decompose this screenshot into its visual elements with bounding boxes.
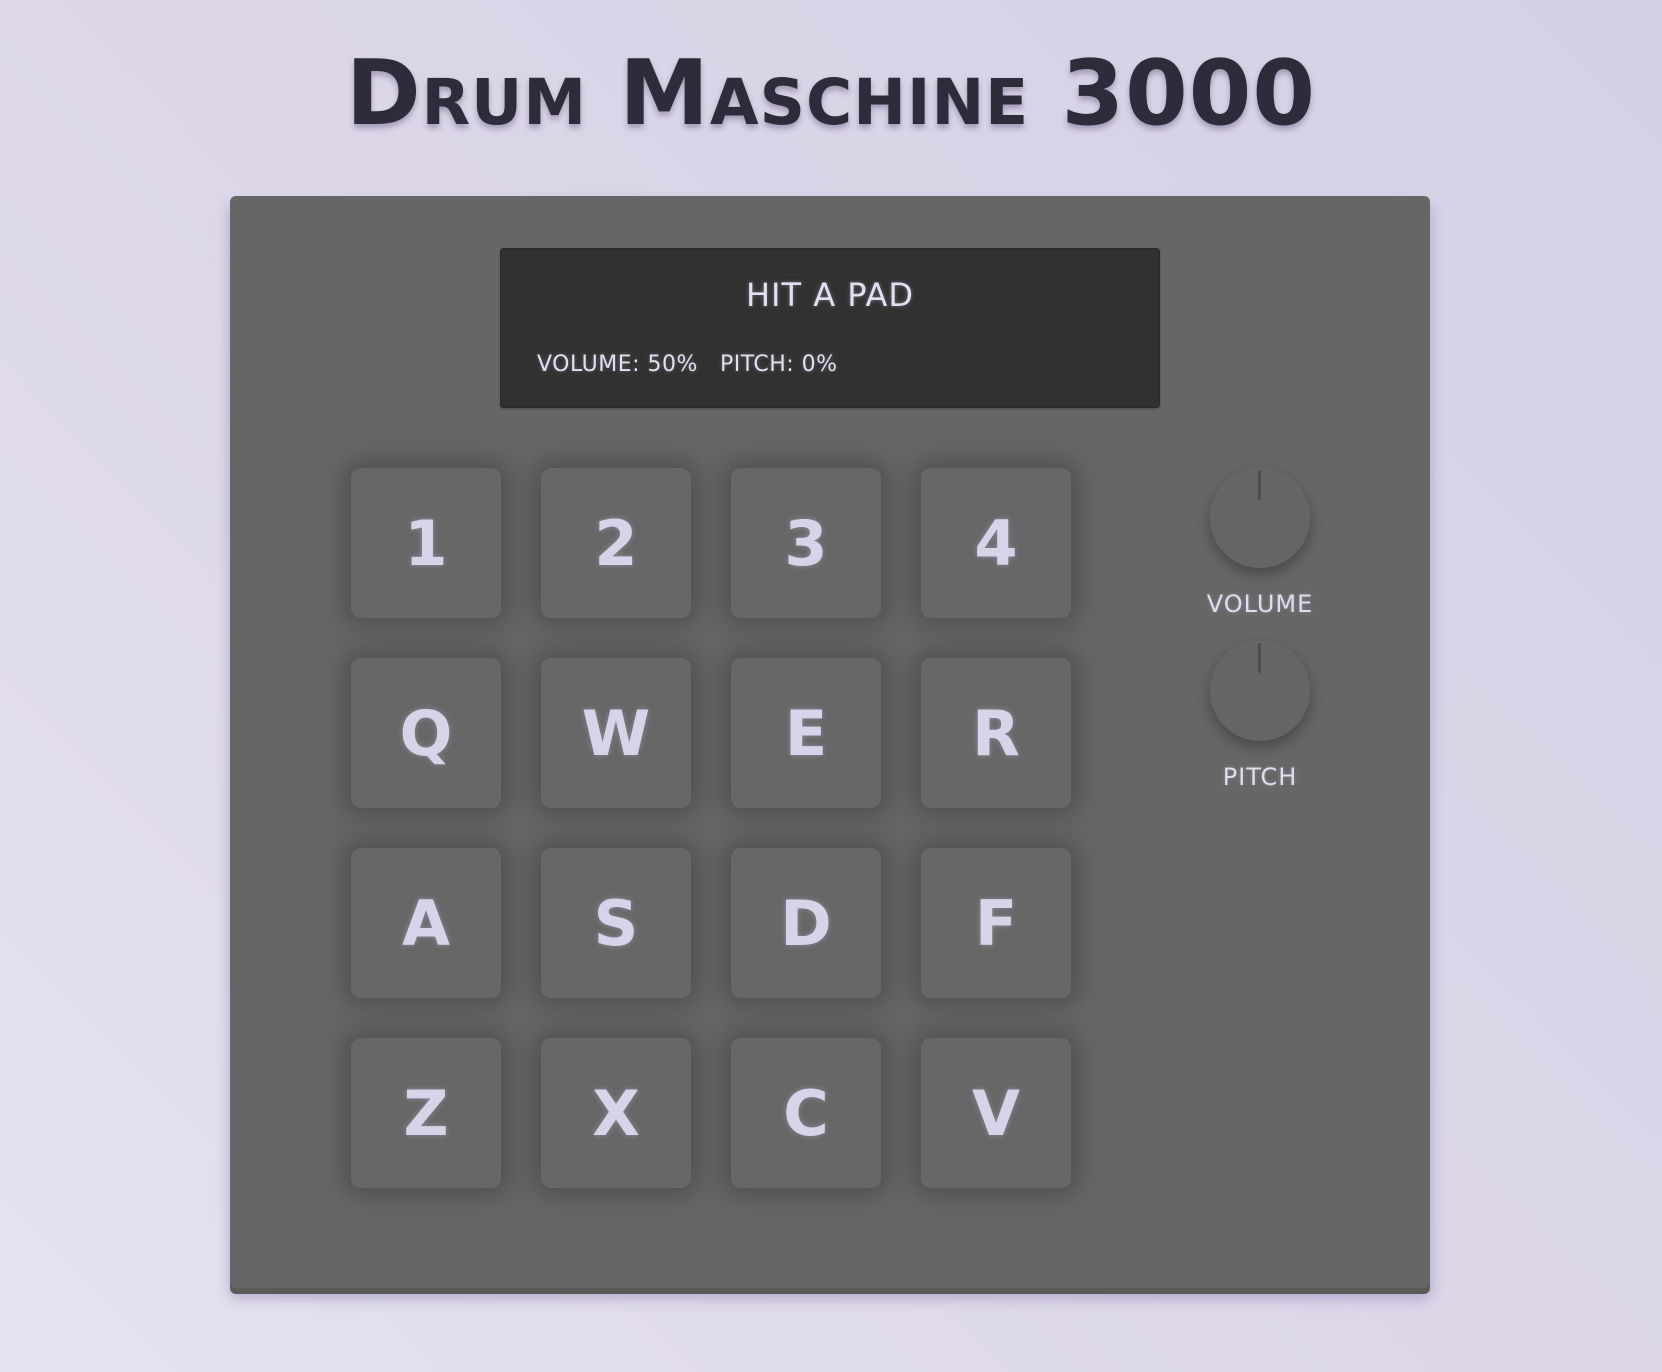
pad-z[interactable]: Z <box>351 1038 501 1188</box>
pad-e[interactable]: E <box>731 658 881 808</box>
pad-d[interactable]: D <box>731 848 881 998</box>
pad-label: S <box>593 886 639 960</box>
pad-label: 4 <box>974 506 1018 580</box>
drum-machine: HIT A PAD VOLUME: 50% PITCH: 0% 1 2 3 4 Q… <box>230 196 1430 1288</box>
pad-label: Z <box>403 1076 449 1150</box>
pad-label: W <box>581 696 651 770</box>
pad-w[interactable]: W <box>541 658 691 808</box>
pad-f[interactable]: F <box>921 848 1071 998</box>
display-message: HIT A PAD <box>745 276 915 314</box>
volume-readout: VOLUME: 50% <box>537 352 698 377</box>
display-screen: HIT A PAD VOLUME: 50% PITCH: 0% <box>500 248 1160 408</box>
pitch-knob[interactable] <box>1210 641 1310 741</box>
knob-indicator <box>1258 470 1261 500</box>
pad-label: 3 <box>784 506 828 580</box>
pad-label: 1 <box>404 506 448 580</box>
pad-label: V <box>972 1076 1020 1150</box>
display-status: VOLUME: 50% PITCH: 0% <box>537 352 860 377</box>
pad-c[interactable]: C <box>731 1038 881 1188</box>
pad-label: F <box>974 886 1018 960</box>
pad-label: E <box>784 696 828 770</box>
pitch-label: PITCH <box>1222 763 1298 791</box>
pad-q[interactable]: Q <box>351 658 501 808</box>
pad-s[interactable]: S <box>541 848 691 998</box>
pad-v[interactable]: V <box>921 1038 1071 1188</box>
pad-3[interactable]: 3 <box>731 468 881 618</box>
pad-label: D <box>780 886 832 960</box>
pitch-readout: PITCH: 0% <box>719 352 838 377</box>
pad-label: R <box>972 696 1020 770</box>
volume-label: VOLUME <box>1206 590 1314 618</box>
pad-label: A <box>402 886 450 960</box>
pad-1[interactable]: 1 <box>351 468 501 618</box>
pad-label: X <box>592 1076 640 1150</box>
volume-control: VOLUME <box>1195 468 1325 618</box>
pad-r[interactable]: R <box>921 658 1071 808</box>
knob-indicator <box>1258 643 1261 673</box>
pitch-control: PITCH <box>1195 641 1325 791</box>
volume-knob[interactable] <box>1210 468 1310 568</box>
pad-4[interactable]: 4 <box>921 468 1071 618</box>
pad-label: Q <box>399 696 453 770</box>
pad-label: C <box>783 1076 829 1150</box>
pad-x[interactable]: X <box>541 1038 691 1188</box>
pad-grid: 1 2 3 4 Q W E R A S D F Z X C V <box>351 468 1091 1188</box>
pad-2[interactable]: 2 <box>541 468 691 618</box>
pad-label: 2 <box>594 506 638 580</box>
page-title: Drum Maschine 3000 <box>345 41 1317 146</box>
pad-a[interactable]: A <box>351 848 501 998</box>
